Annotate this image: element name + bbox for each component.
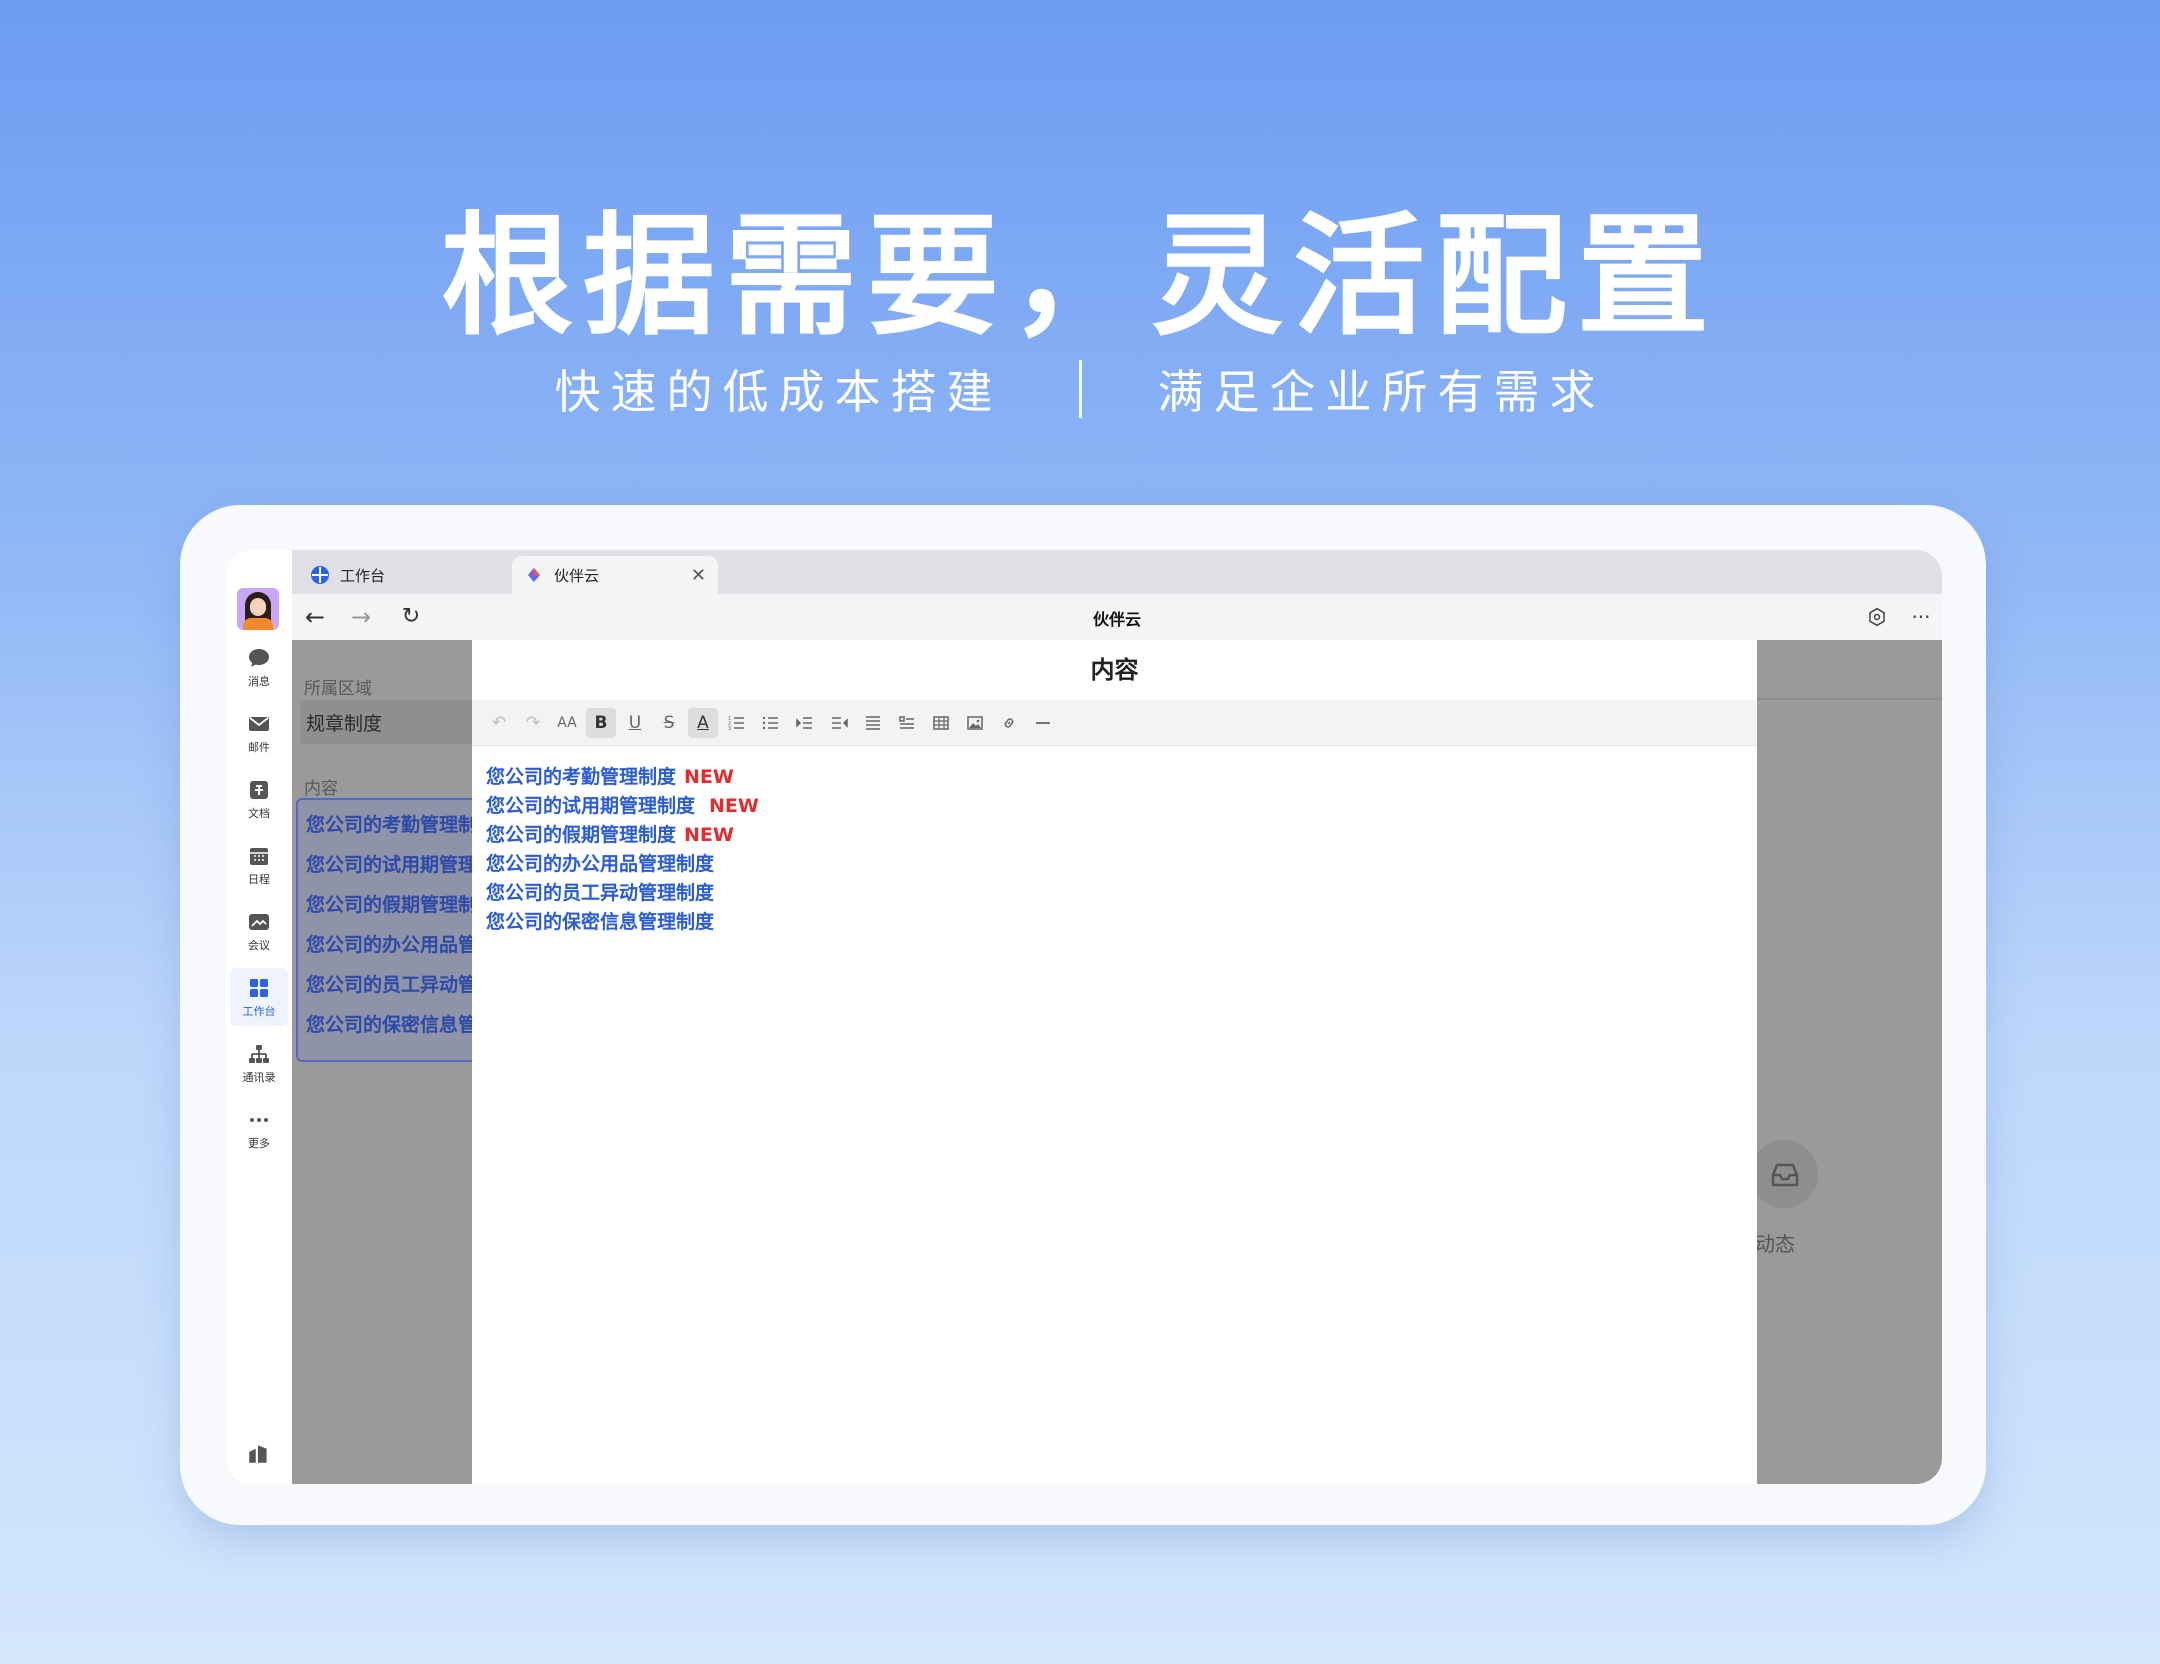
new-badge: NEW (684, 766, 734, 788)
list-item: 您公司的试用期管理 (306, 854, 478, 876)
table-icon[interactable] (926, 708, 956, 738)
list-item: 您公司的保密信息管 (306, 1014, 478, 1036)
line-text: 您公司的保密信息管理制度 (486, 911, 715, 933)
settings-hex-icon[interactable] (1864, 604, 1890, 630)
font-size-button[interactable]: AA (552, 708, 582, 738)
tablet-frame: 消息 邮件 文档 日程 会议 工作台 通讯录 更多 工作台 伙伴云 ✕ ← → … (180, 505, 1986, 1525)
strikethrough-button[interactable]: S (654, 708, 684, 738)
rail-item-calendar[interactable]: 日程 (230, 836, 288, 894)
close-icon[interactable]: ✕ (691, 565, 706, 586)
list-item: 您公司的考勤管理制 (306, 814, 478, 836)
rail-item-workbench[interactable]: 工作台 (230, 968, 288, 1026)
line-text: 您公司的办公用品管理制度 (486, 853, 715, 875)
bullet-list-icon[interactable] (756, 708, 786, 738)
editor-title: 内容 (1090, 656, 1139, 684)
doc-icon (250, 780, 268, 799)
list-item[interactable]: 您公司的考勤管理制度 NEW (486, 762, 759, 791)
quote-icon[interactable] (892, 708, 922, 738)
rail-item-messages[interactable]: 消息 (230, 638, 288, 696)
bold-button[interactable]: B (586, 708, 616, 738)
rail-item-label: 会议 (248, 938, 270, 952)
list-item: 您公司的假期管理制 (306, 894, 478, 916)
rail-item-label: 更多 (248, 1136, 270, 1150)
list-item[interactable]: 您公司的员工异动管理制度 (486, 878, 759, 907)
workbench-tab-icon (311, 566, 329, 584)
outdent-icon[interactable] (824, 708, 854, 738)
list-item[interactable]: 您公司的办公用品管理制度 (486, 849, 759, 878)
line-text: 您公司的员工异动管理制度 (486, 882, 715, 904)
rail-item-label: 邮件 (248, 740, 270, 754)
area-field[interactable]: 规章制度 (300, 700, 500, 744)
rail-item-more[interactable]: 更多 (230, 1100, 288, 1158)
more-icon (250, 1117, 268, 1122)
inbox-button[interactable] (1750, 1140, 1818, 1208)
area-value: 规章制度 (306, 713, 383, 735)
line-text: 您公司的假期管理制度 (486, 824, 677, 846)
undo-icon[interactable]: ↶ (484, 708, 514, 738)
app-screen: 消息 邮件 文档 日程 会议 工作台 通讯录 更多 工作台 伙伴云 ✕ ← → … (226, 550, 1942, 1484)
underline-button[interactable]: U (620, 708, 650, 738)
content-editor: 内容 ↶ ↷ AA B U S A 123 您公司的考勤管理制度 NEW 您公司… (472, 640, 1757, 1484)
content-label: 内容 (304, 779, 338, 799)
text-color-button[interactable]: A (688, 708, 718, 738)
list-item: 您公司的办公用品管 (306, 934, 478, 956)
rail-item-meeting[interactable]: 会议 (230, 902, 288, 960)
workbench-icon (250, 978, 268, 997)
huobanyun-logo-icon (528, 568, 540, 582)
rail-item-mail[interactable]: 邮件 (230, 704, 288, 762)
calendar-icon (250, 847, 268, 865)
contacts-icon (249, 1044, 269, 1063)
image-icon[interactable] (960, 708, 990, 738)
tab-workbench[interactable]: 工作台 (310, 556, 510, 594)
svg-text:3: 3 (728, 726, 731, 732)
link-icon[interactable] (994, 708, 1024, 738)
editor-toolbar: ↶ ↷ AA B U S A 123 (472, 700, 1757, 746)
subtitle-divider (1078, 360, 1082, 418)
horizontal-rule-icon[interactable] (1028, 708, 1058, 738)
rail-item-docs[interactable]: 文档 (230, 770, 288, 828)
line-text: 您公司的考勤管理制度 (486, 766, 677, 788)
list-item[interactable]: 您公司的假期管理制度 NEW (486, 820, 759, 849)
dynamic-label: 动态 (1755, 1232, 1795, 1256)
inbox-icon (1771, 1163, 1799, 1187)
area-label: 所属区域 (304, 679, 372, 699)
hero-subtitle-right: 满足企业所有需求 (1157, 365, 1606, 419)
redo-icon[interactable]: ↷ (518, 708, 548, 738)
indent-icon[interactable] (790, 708, 820, 738)
rail-item-contacts[interactable]: 通讯录 (230, 1034, 288, 1092)
hero-subtitle: 快速的低成本搭建 满足企业所有需求 (0, 356, 2160, 422)
hero-title: 根据需要，灵活配置 (441, 200, 1719, 354)
header-divider (1755, 698, 1942, 700)
page-title: 伙伴云 (1092, 610, 1141, 629)
rail-item-label: 消息 (248, 674, 270, 688)
list-item[interactable]: 您公司的保密信息管理制度 (486, 907, 759, 936)
content-list[interactable]: 您公司的考勤管理制 您公司的试用期管理 您公司的假期管理制 您公司的办公用品管 … (296, 798, 496, 1062)
address-bar: ← → ↻ 伙伴云 ··· (292, 594, 1942, 640)
new-badge: NEW (684, 824, 734, 846)
align-icon[interactable] (858, 708, 888, 738)
hero-subtitle-left: 快速的低成本搭建 (554, 365, 1003, 419)
line-text: 您公司的试用期管理制度 (486, 795, 696, 817)
building-icon[interactable] (246, 1440, 272, 1466)
rail-item-label: 工作台 (242, 1004, 276, 1018)
chat-icon (249, 648, 269, 667)
tab-strip: 工作台 伙伴云 ✕ (292, 550, 1942, 594)
rail-item-label: 通讯录 (242, 1070, 276, 1084)
mail-icon (249, 716, 269, 731)
ordered-list-icon[interactable]: 123 (722, 708, 752, 738)
new-badge: NEW (709, 795, 759, 817)
more-menu-icon[interactable]: ··· (1908, 604, 1934, 630)
tab-label: 工作台 (340, 566, 386, 585)
left-rail: 消息 邮件 文档 日程 会议 工作台 通讯录 更多 (226, 550, 292, 1484)
list-item[interactable]: 您公司的试用期管理制度 NEW (486, 791, 759, 820)
editor-body[interactable]: 您公司的考勤管理制度 NEW 您公司的试用期管理制度 NEW 您公司的假期管理制度 N… (486, 762, 759, 936)
avatar[interactable] (237, 588, 279, 630)
rail-item-label: 日程 (248, 872, 270, 886)
tab-label: 伙伴云 (554, 566, 600, 585)
list-item: 您公司的员工异动管 (306, 974, 478, 996)
tab-huobanyun[interactable]: 伙伴云 ✕ (512, 556, 718, 594)
rail-item-label: 文档 (248, 806, 270, 820)
meeting-icon (249, 913, 269, 930)
